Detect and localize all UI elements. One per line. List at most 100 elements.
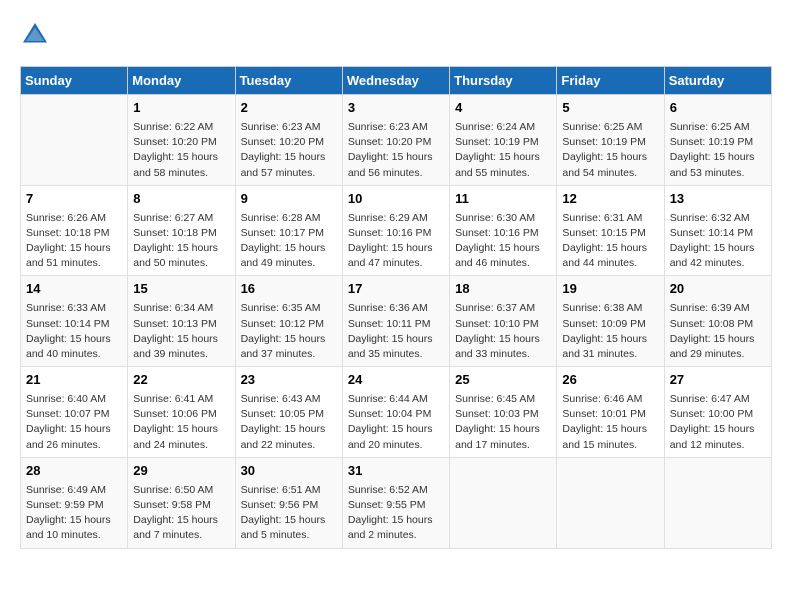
day-info: Sunrise: 6:45 AM Sunset: 10:03 PM Daylig… — [455, 392, 551, 453]
calendar-cell: 5 Sunrise: 6:25 AM Sunset: 10:19 PM Dayli… — [557, 95, 664, 186]
day-number: 14 — [26, 280, 122, 299]
day-number: 17 — [348, 280, 444, 299]
day-info: Sunrise: 6:33 AM Sunset: 10:14 PM Daylig… — [26, 301, 122, 362]
calendar-cell: 28Sunrise: 6:49 AM Sunset: 9:59 PM Dayli… — [21, 457, 128, 548]
day-info: Sunrise: 6:23 AM Sunset: 10:20 PM Daylig… — [241, 120, 337, 181]
day-number: 3 — [348, 99, 444, 118]
day-info: Sunrise: 6:37 AM Sunset: 10:10 PM Daylig… — [455, 301, 551, 362]
day-number: 6 — [670, 99, 766, 118]
calendar-cell: 21 Sunrise: 6:40 AM Sunset: 10:07 PM Dayl… — [21, 367, 128, 458]
days-header-row: SundayMondayTuesdayWednesdayThursdayFrid… — [21, 67, 772, 95]
calendar-cell: 2 Sunrise: 6:23 AM Sunset: 10:20 PM Dayli… — [235, 95, 342, 186]
day-number: 5 — [562, 99, 658, 118]
day-number: 10 — [348, 190, 444, 209]
calendar-cell: 13 Sunrise: 6:32 AM Sunset: 10:14 PM Dayl… — [664, 185, 771, 276]
day-info: Sunrise: 6:23 AM Sunset: 10:20 PM Daylig… — [348, 120, 444, 181]
day-number: 13 — [670, 190, 766, 209]
day-info: Sunrise: 6:25 AM Sunset: 10:19 PM Daylig… — [670, 120, 766, 181]
day-number: 29 — [133, 462, 229, 481]
day-info: Sunrise: 6:34 AM Sunset: 10:13 PM Daylig… — [133, 301, 229, 362]
week-row-1: 1Sunrise: 6:22 AM Sunset: 10:20 PM Dayli… — [21, 95, 772, 186]
calendar-cell: 26 Sunrise: 6:46 AM Sunset: 10:01 PM Dayl… — [557, 367, 664, 458]
day-number: 12 — [562, 190, 658, 209]
calendar-cell: 31 Sunrise: 6:52 AM Sunset: 9:55 PM Dayli… — [342, 457, 449, 548]
day-number: 21 — [26, 371, 122, 390]
calendar-cell: 14 Sunrise: 6:33 AM Sunset: 10:14 PM Dayl… — [21, 276, 128, 367]
day-info: Sunrise: 6:44 AM Sunset: 10:04 PM Daylig… — [348, 392, 444, 453]
day-number: 31 — [348, 462, 444, 481]
calendar-cell: 20 Sunrise: 6:39 AM Sunset: 10:08 PM Dayl… — [664, 276, 771, 367]
day-header-thursday: Thursday — [450, 67, 557, 95]
day-number: 20 — [670, 280, 766, 299]
logo — [20, 20, 54, 50]
calendar-cell: 8Sunrise: 6:27 AM Sunset: 10:18 PM Dayli… — [128, 185, 235, 276]
page-header — [20, 20, 772, 50]
day-number: 15 — [133, 280, 229, 299]
day-number: 26 — [562, 371, 658, 390]
calendar-cell: 24 Sunrise: 6:44 AM Sunset: 10:04 PM Dayl… — [342, 367, 449, 458]
calendar-cell: 15 Sunrise: 6:34 AM Sunset: 10:13 PM Dayl… — [128, 276, 235, 367]
calendar-table: SundayMondayTuesdayWednesdayThursdayFrid… — [20, 66, 772, 549]
day-number: 27 — [670, 371, 766, 390]
calendar-cell: 12 Sunrise: 6:31 AM Sunset: 10:15 PM Dayl… — [557, 185, 664, 276]
day-info: Sunrise: 6:46 AM Sunset: 10:01 PM Daylig… — [562, 392, 658, 453]
day-info: Sunrise: 6:35 AM Sunset: 10:12 PM Daylig… — [241, 301, 337, 362]
calendar-cell: 3 Sunrise: 6:23 AM Sunset: 10:20 PM Dayli… — [342, 95, 449, 186]
day-number: 18 — [455, 280, 551, 299]
day-number: 28 — [26, 462, 122, 481]
calendar-cell: 18 Sunrise: 6:37 AM Sunset: 10:10 PM Dayl… — [450, 276, 557, 367]
day-header-friday: Friday — [557, 67, 664, 95]
day-number: 25 — [455, 371, 551, 390]
day-info: Sunrise: 6:51 AM Sunset: 9:56 PM Dayligh… — [241, 483, 337, 544]
calendar-cell — [557, 457, 664, 548]
day-info: Sunrise: 6:27 AM Sunset: 10:18 PM Daylig… — [133, 211, 229, 272]
calendar-cell: 22Sunrise: 6:41 AM Sunset: 10:06 PM Dayl… — [128, 367, 235, 458]
calendar-cell: 25 Sunrise: 6:45 AM Sunset: 10:03 PM Dayl… — [450, 367, 557, 458]
day-info: Sunrise: 6:22 AM Sunset: 10:20 PM Daylig… — [133, 120, 229, 181]
day-header-monday: Monday — [128, 67, 235, 95]
week-row-2: 7 Sunrise: 6:26 AM Sunset: 10:18 PM Dayli… — [21, 185, 772, 276]
day-number: 7 — [26, 190, 122, 209]
week-row-5: 28Sunrise: 6:49 AM Sunset: 9:59 PM Dayli… — [21, 457, 772, 548]
day-header-saturday: Saturday — [664, 67, 771, 95]
logo-icon — [20, 20, 50, 50]
day-info: Sunrise: 6:31 AM Sunset: 10:15 PM Daylig… — [562, 211, 658, 272]
calendar-cell: 11 Sunrise: 6:30 AM Sunset: 10:16 PM Dayl… — [450, 185, 557, 276]
day-number: 2 — [241, 99, 337, 118]
day-number: 16 — [241, 280, 337, 299]
day-number: 19 — [562, 280, 658, 299]
calendar-cell: 1Sunrise: 6:22 AM Sunset: 10:20 PM Dayli… — [128, 95, 235, 186]
day-info: Sunrise: 6:30 AM Sunset: 10:16 PM Daylig… — [455, 211, 551, 272]
calendar-cell — [450, 457, 557, 548]
calendar-cell: 7 Sunrise: 6:26 AM Sunset: 10:18 PM Dayli… — [21, 185, 128, 276]
day-info: Sunrise: 6:38 AM Sunset: 10:09 PM Daylig… — [562, 301, 658, 362]
day-info: Sunrise: 6:26 AM Sunset: 10:18 PM Daylig… — [26, 211, 122, 272]
day-number: 9 — [241, 190, 337, 209]
calendar-cell: 6 Sunrise: 6:25 AM Sunset: 10:19 PM Dayli… — [664, 95, 771, 186]
week-row-4: 21 Sunrise: 6:40 AM Sunset: 10:07 PM Dayl… — [21, 367, 772, 458]
day-number: 11 — [455, 190, 551, 209]
day-info: Sunrise: 6:25 AM Sunset: 10:19 PM Daylig… — [562, 120, 658, 181]
day-info: Sunrise: 6:52 AM Sunset: 9:55 PM Dayligh… — [348, 483, 444, 544]
calendar-cell: 10 Sunrise: 6:29 AM Sunset: 10:16 PM Dayl… — [342, 185, 449, 276]
day-info: Sunrise: 6:41 AM Sunset: 10:06 PM Daylig… — [133, 392, 229, 453]
calendar-cell — [21, 95, 128, 186]
day-number: 24 — [348, 371, 444, 390]
calendar-cell: 19 Sunrise: 6:38 AM Sunset: 10:09 PM Dayl… — [557, 276, 664, 367]
day-info: Sunrise: 6:29 AM Sunset: 10:16 PM Daylig… — [348, 211, 444, 272]
day-info: Sunrise: 6:28 AM Sunset: 10:17 PM Daylig… — [241, 211, 337, 272]
calendar-cell: 30Sunrise: 6:51 AM Sunset: 9:56 PM Dayli… — [235, 457, 342, 548]
day-number: 23 — [241, 371, 337, 390]
calendar-cell: 16 Sunrise: 6:35 AM Sunset: 10:12 PM Dayl… — [235, 276, 342, 367]
day-info: Sunrise: 6:39 AM Sunset: 10:08 PM Daylig… — [670, 301, 766, 362]
calendar-cell — [664, 457, 771, 548]
calendar-cell: 4Sunrise: 6:24 AM Sunset: 10:19 PM Dayli… — [450, 95, 557, 186]
day-header-tuesday: Tuesday — [235, 67, 342, 95]
day-header-wednesday: Wednesday — [342, 67, 449, 95]
day-info: Sunrise: 6:43 AM Sunset: 10:05 PM Daylig… — [241, 392, 337, 453]
day-info: Sunrise: 6:40 AM Sunset: 10:07 PM Daylig… — [26, 392, 122, 453]
calendar-cell: 17Sunrise: 6:36 AM Sunset: 10:11 PM Dayl… — [342, 276, 449, 367]
calendar-cell: 29Sunrise: 6:50 AM Sunset: 9:58 PM Dayli… — [128, 457, 235, 548]
day-info: Sunrise: 6:32 AM Sunset: 10:14 PM Daylig… — [670, 211, 766, 272]
day-header-sunday: Sunday — [21, 67, 128, 95]
